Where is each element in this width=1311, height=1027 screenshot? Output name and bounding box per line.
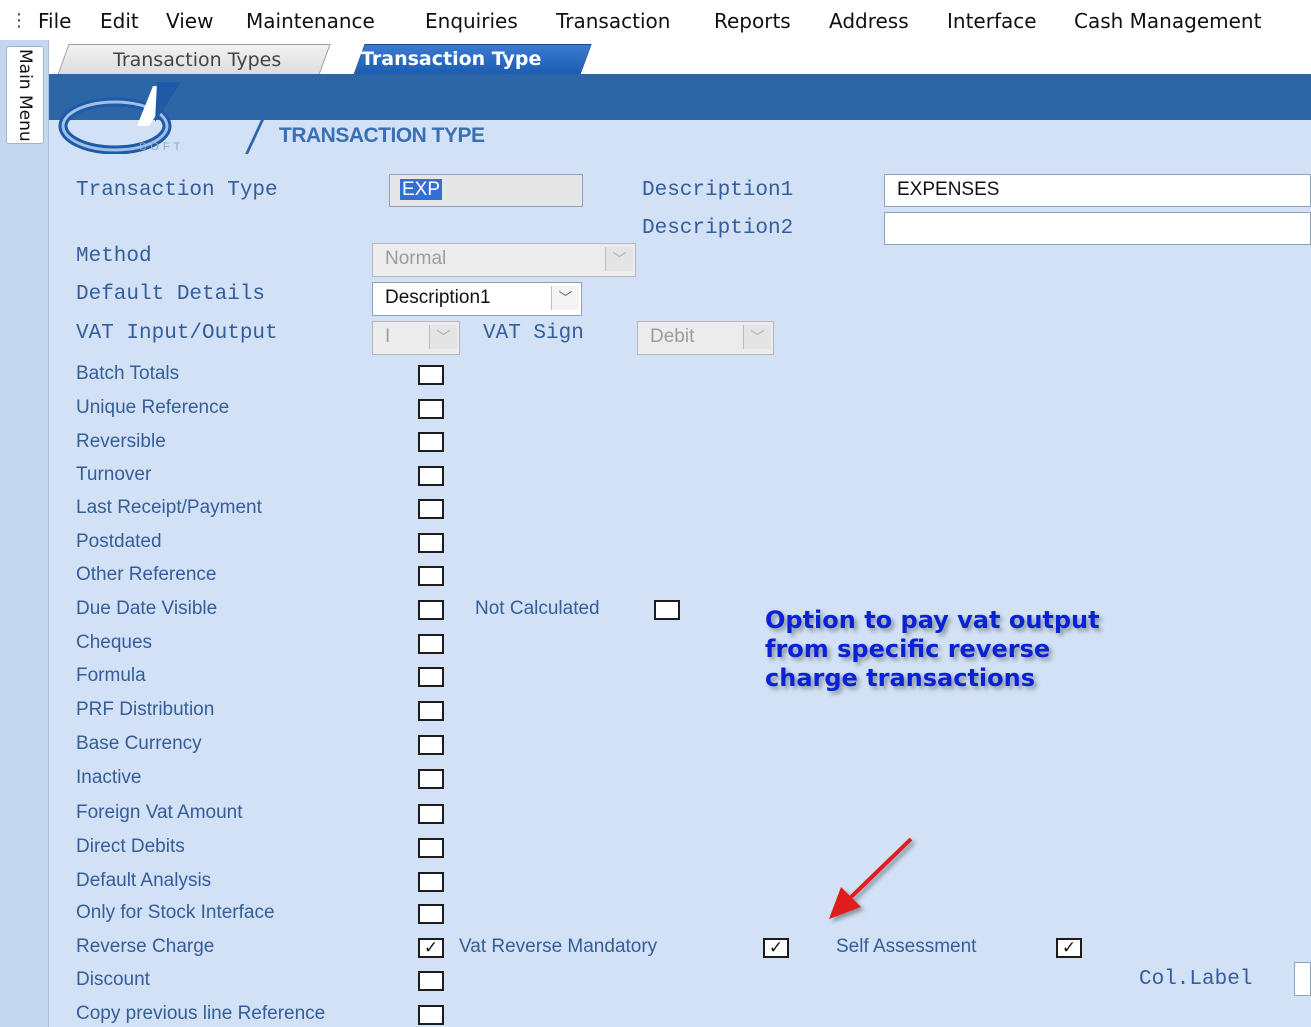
vat-sign-select[interactable]: Debit ﹀ xyxy=(637,321,774,355)
tab-strip: Transaction Types Transaction Type xyxy=(49,40,1311,76)
menu-bar: ⋮ File Edit View Maintenance Enquiries T… xyxy=(0,0,1311,41)
checkbox-vat-reverse-mandatory[interactable]: ✓ xyxy=(763,938,789,958)
vat-io-value: I xyxy=(385,326,391,347)
cb-label-reverse-charge: Reverse Charge xyxy=(76,936,215,957)
checkbox-direct-debits[interactable] xyxy=(418,838,444,858)
page-title: TRANSACTION TYPE xyxy=(279,124,485,147)
menu-view[interactable]: View xyxy=(166,9,213,33)
description1-field[interactable]: EXPENSES xyxy=(884,174,1311,207)
default-details-select[interactable]: Description1 ﹀ xyxy=(372,282,582,316)
default-details-label: Default Details xyxy=(76,283,266,306)
cb-label-formula: Formula xyxy=(76,665,146,686)
vat-io-select[interactable]: I ﹀ xyxy=(372,321,460,355)
checkbox-formula[interactable] xyxy=(418,667,444,687)
cb-label-other-reference: Other Reference xyxy=(76,564,217,585)
cb-label-due-date-visible: Due Date Visible xyxy=(76,598,218,619)
cb-label-cheques: Cheques xyxy=(76,632,153,653)
cb-label-copy-previous-line-reference: Copy previous line Reference xyxy=(76,1003,326,1024)
cb-label-discount: Discount xyxy=(76,969,150,990)
vat-io-label: VAT Input/Output xyxy=(76,322,278,345)
cb-label-foreign-vat-amount: Foreign Vat Amount xyxy=(76,802,243,823)
checkbox-last-receipt-payment[interactable] xyxy=(418,499,444,519)
left-sidebar: Main Menu xyxy=(0,40,49,1027)
cb-label-inactive: Inactive xyxy=(76,767,142,788)
tab-transaction-type-label[interactable]: Transaction Type xyxy=(361,48,541,70)
description1-label: Description1 xyxy=(642,179,794,202)
default-details-value: Description1 xyxy=(385,287,491,308)
cb-label-prf-distribution: PRF Distribution xyxy=(76,699,215,720)
checkbox-discount[interactable] xyxy=(418,971,444,991)
chevron-down-icon: ﹀ xyxy=(429,325,457,349)
method-select[interactable]: Normal ﹀ xyxy=(372,243,636,277)
transaction-type-field[interactable]: EXP xyxy=(389,174,583,207)
checkbox-other-reference[interactable] xyxy=(418,566,444,586)
checkbox-foreign-vat-amount[interactable] xyxy=(418,804,444,824)
chevron-down-icon: ﹀ xyxy=(551,286,579,310)
transaction-type-label: Transaction Type xyxy=(76,179,278,202)
menu-reports[interactable]: Reports xyxy=(714,9,791,33)
cb-label-default-analysis: Default Analysis xyxy=(76,870,212,891)
annotation-line-3: charge transactions xyxy=(765,664,1036,692)
menu-address[interactable]: Address xyxy=(829,9,909,33)
vat-sign-label: VAT Sign xyxy=(483,322,584,345)
description2-field[interactable] xyxy=(884,212,1311,245)
cb-label-turnover: Turnover xyxy=(76,464,152,485)
content-panel: Transaction Types Transaction Type SOFT … xyxy=(49,40,1311,1027)
checkbox-self-assessment[interactable]: ✓ xyxy=(1056,938,1082,958)
cb-label-postdated: Postdated xyxy=(76,531,162,552)
logo-text: SOFT xyxy=(139,141,184,153)
checkbox-only-for-stock-interface[interactable] xyxy=(418,904,444,924)
cb-label-base-currency: Base Currency xyxy=(76,733,202,754)
cb-label-batch-totals: Batch Totals xyxy=(76,363,180,384)
cb-label-unique-reference: Unique Reference xyxy=(76,397,230,418)
annotation-text: Option to pay vat output from specific r… xyxy=(765,606,1100,693)
checkbox-postdated[interactable] xyxy=(418,533,444,553)
checkbox-default-analysis[interactable] xyxy=(418,872,444,892)
method-label: Method xyxy=(76,245,152,268)
col-label-label: Col.Label xyxy=(1139,968,1253,991)
checkbox-reverse-charge[interactable]: ✓ xyxy=(418,938,444,958)
menu-interface[interactable]: Interface xyxy=(947,9,1037,33)
menu-edit[interactable]: Edit xyxy=(100,9,139,33)
cb-label-direct-debits: Direct Debits xyxy=(76,836,185,857)
col-label-field[interactable] xyxy=(1294,962,1311,996)
annotation-arrow-icon xyxy=(829,837,913,919)
menu-transaction[interactable]: Transaction xyxy=(556,9,670,33)
vat-reverse-mandatory-label: Vat Reverse Mandatory xyxy=(459,936,658,957)
method-value: Normal xyxy=(385,248,447,269)
main-menu-label: Main Menu xyxy=(15,48,35,142)
tab-transaction-types-label[interactable]: Transaction Types xyxy=(113,49,281,71)
cb-label-only-for-stock-interface: Only for Stock Interface xyxy=(76,902,275,923)
checkbox-prf-distribution[interactable] xyxy=(418,701,444,721)
vat-sign-value: Debit xyxy=(650,326,695,347)
menu-enquiries[interactable]: Enquiries xyxy=(425,9,518,33)
menu-maintenance[interactable]: Maintenance xyxy=(246,9,375,33)
chevron-down-icon: ﹀ xyxy=(605,247,633,271)
checkbox-not-calculated[interactable] xyxy=(654,600,680,620)
checkbox-cheques[interactable] xyxy=(418,634,444,654)
menu-cash-management[interactable]: Cash Management xyxy=(1074,9,1261,33)
chevron-down-icon: ﹀ xyxy=(743,325,771,349)
cb-label-reversible: Reversible xyxy=(76,431,166,452)
checkbox-turnover[interactable] xyxy=(418,466,444,486)
annotation-line-2: from specific reverse xyxy=(765,635,1051,663)
menu-file[interactable]: File xyxy=(38,9,71,33)
self-assessment-label: Self Assessment xyxy=(836,936,977,957)
company-logo: SOFT xyxy=(58,82,184,154)
annotation-line-1: Option to pay vat output xyxy=(765,606,1100,634)
checkbox-unique-reference[interactable] xyxy=(418,399,444,419)
checkbox-due-date-visible[interactable] xyxy=(418,600,444,620)
main-menu-tab[interactable]: Main Menu xyxy=(6,46,44,144)
checkbox-copy-previous-line-reference[interactable] xyxy=(418,1005,444,1025)
checkbox-batch-totals[interactable] xyxy=(418,365,444,385)
description2-label: Description2 xyxy=(642,217,794,240)
checkbox-base-currency[interactable] xyxy=(418,735,444,755)
menu-grip-icon[interactable]: ⋮ xyxy=(10,10,28,31)
not-calculated-label: Not Calculated xyxy=(475,598,600,619)
cb-label-last-receipt-payment: Last Receipt/Payment xyxy=(76,497,262,518)
checkbox-reversible[interactable] xyxy=(418,432,444,452)
transaction-type-value: EXP xyxy=(400,179,443,200)
checkbox-inactive[interactable] xyxy=(418,769,444,789)
